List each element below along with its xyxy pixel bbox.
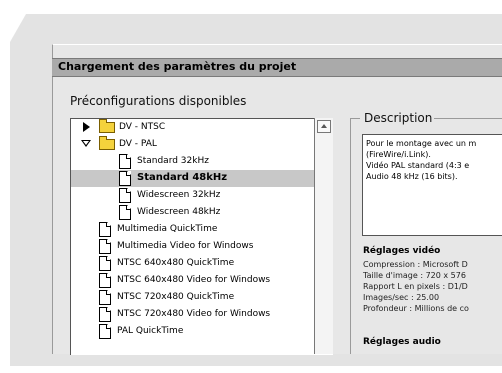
document-icon	[99, 307, 111, 322]
disclosure-collapsed-icon[interactable]	[83, 122, 90, 132]
description-groupbox-border	[350, 118, 360, 119]
document-icon	[99, 239, 111, 254]
frame-notch	[10, 14, 26, 42]
presets-label: Préconfigurations disponibles	[70, 94, 247, 108]
description-groupbox-border	[350, 118, 351, 354]
audio-settings-title: Réglages audio	[363, 337, 441, 347]
document-icon	[99, 290, 111, 305]
list-item[interactable]: PAL QuickTime	[71, 323, 321, 340]
description-text: Pour le montage avec un m (FireWire/i.Li…	[366, 139, 477, 181]
list-item[interactable]: DV - NTSC	[71, 119, 321, 136]
document-icon	[119, 154, 131, 169]
document-icon	[119, 171, 131, 186]
video-settings-details: Compression : Microsoft D Taille d'image…	[363, 260, 469, 313]
scroll-up-arrow-icon[interactable]	[317, 120, 331, 133]
list-item[interactable]: Multimedia QuickTime	[71, 221, 321, 238]
description-groupbox-border	[434, 118, 502, 119]
list-item[interactable]: NTSC 720x480 Video for Windows	[71, 306, 321, 323]
document-icon	[119, 205, 131, 220]
document-icon	[99, 256, 111, 271]
presets-scrollbar[interactable]	[314, 118, 333, 354]
list-item[interactable]: Multimedia Video for Windows	[71, 238, 321, 255]
folder-icon	[99, 119, 115, 133]
description-box: Pour le montage avec un m (FireWire/i.Li…	[362, 134, 502, 236]
disclosure-expanded-icon[interactable]	[81, 140, 91, 147]
description-label: Description	[364, 111, 433, 125]
document-icon	[99, 273, 111, 288]
dialog-title: Chargement des paramètres du projet	[58, 60, 297, 73]
list-item[interactable]: Widescreen 48kHz	[71, 204, 321, 221]
document-icon	[99, 222, 111, 237]
folder-icon	[99, 136, 115, 150]
list-item[interactable]: NTSC 720x480 QuickTime	[71, 289, 321, 306]
document-icon	[119, 188, 131, 203]
document-icon	[99, 324, 111, 339]
list-item[interactable]: Standard 32kHz	[71, 153, 321, 170]
list-item-selected[interactable]: Standard 48kHz	[71, 170, 315, 187]
list-item[interactable]: DV - PAL	[71, 136, 321, 153]
video-settings-title: Réglages vidéo	[363, 246, 441, 256]
dialog-title-bar[interactable]: Chargement des paramètres du projet	[52, 58, 502, 77]
presets-list[interactable]: DV - NTSC DV - PAL Standard 32kHz Standa…	[70, 118, 333, 355]
list-item[interactable]: NTSC 640x480 Video for Windows	[71, 272, 321, 289]
list-item[interactable]: Widescreen 32kHz	[71, 187, 321, 204]
list-item[interactable]: NTSC 640x480 QuickTime	[71, 255, 321, 272]
